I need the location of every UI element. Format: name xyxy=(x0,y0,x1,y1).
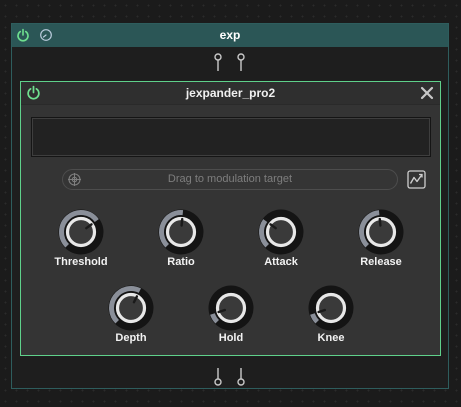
outer-node-header[interactable]: exp xyxy=(12,24,448,47)
modulation-graph-icon[interactable] xyxy=(407,170,426,189)
plugin-window[interactable]: jexpander_pro2 Drag to modulation target… xyxy=(20,81,441,356)
gain-reduction-display xyxy=(31,117,431,157)
knob-dial[interactable] xyxy=(58,209,104,255)
knob-label: Threshold xyxy=(54,256,108,268)
knob-hold[interactable]: Hold xyxy=(203,285,259,344)
power-icon[interactable] xyxy=(26,85,41,100)
output-connector-right[interactable] xyxy=(237,368,245,386)
knob-pointer xyxy=(378,217,382,227)
knob-ratio[interactable]: Ratio xyxy=(153,209,209,268)
input-connector-right[interactable] xyxy=(237,53,245,71)
knob-dial[interactable] xyxy=(208,285,254,331)
plugin-title: jexpander_pro2 xyxy=(185,86,276,100)
power-icon[interactable] xyxy=(16,28,30,42)
outer-node-title: exp xyxy=(219,28,241,42)
knob-dial[interactable] xyxy=(258,209,304,255)
modulation-placeholder: Drag to modulation target xyxy=(167,173,293,185)
target-icon xyxy=(68,173,81,186)
knob-dial[interactable] xyxy=(358,209,404,255)
close-icon[interactable] xyxy=(419,85,435,101)
knob-label: Depth xyxy=(115,332,147,344)
plugin-header[interactable]: jexpander_pro2 xyxy=(21,82,440,105)
input-connector-left[interactable] xyxy=(214,53,222,71)
knob-dial[interactable] xyxy=(158,209,204,255)
knob-dial[interactable] xyxy=(108,285,154,331)
knob-label: Hold xyxy=(218,332,244,344)
knob-label: Release xyxy=(360,256,402,268)
knob-release[interactable]: Release xyxy=(353,209,409,268)
knob-pointer xyxy=(180,217,184,227)
knob-attack[interactable]: Attack xyxy=(253,209,309,268)
knob-label: Attack xyxy=(264,256,298,268)
knob-threshold[interactable]: Threshold xyxy=(53,209,109,268)
gauge-icon[interactable] xyxy=(39,28,53,42)
output-connector-left[interactable] xyxy=(214,368,222,386)
knob-knee[interactable]: Knee xyxy=(303,285,359,344)
knob-dial[interactable] xyxy=(308,285,354,331)
modulation-drop-target[interactable]: Drag to modulation target xyxy=(62,169,398,190)
knob-label: Knee xyxy=(317,332,345,344)
knob-label: Ratio xyxy=(167,256,195,268)
knob-depth[interactable]: Depth xyxy=(103,285,159,344)
